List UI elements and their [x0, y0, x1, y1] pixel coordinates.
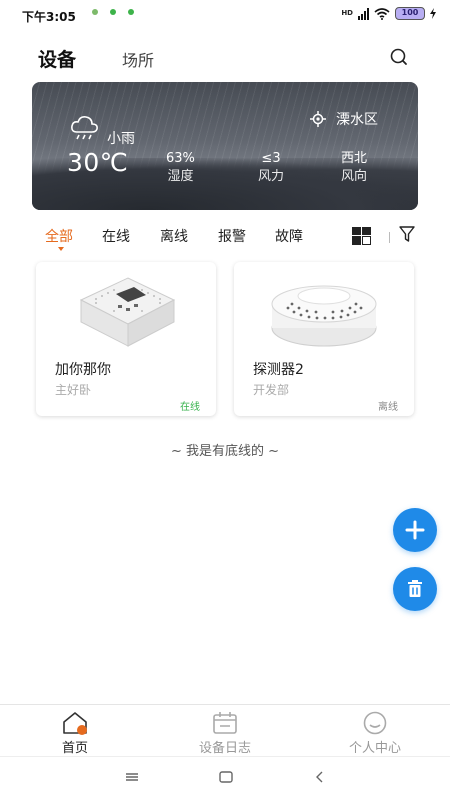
- humidity: 63% 湿度: [166, 150, 195, 186]
- weather-location: 溧水区: [310, 109, 378, 129]
- search-icon[interactable]: [388, 46, 410, 68]
- tab-devices[interactable]: 设备: [38, 45, 76, 72]
- active-indicator: [58, 247, 64, 251]
- bottom-navigation: 首页 设备日志 个人中心: [0, 704, 450, 756]
- grid-view-icon[interactable]: [352, 227, 371, 245]
- nav-home[interactable]: 首页: [20, 711, 130, 756]
- nav-device-log[interactable]: 设备日志: [170, 711, 280, 756]
- nav-profile-label: 个人中心: [348, 741, 401, 756]
- back-icon[interactable]: [312, 770, 328, 784]
- location-name: 溧水区: [336, 112, 378, 128]
- filter-online[interactable]: 在线: [102, 226, 130, 246]
- rain-cloud-icon: [71, 116, 98, 140]
- device-place: 主好卧: [55, 383, 92, 397]
- home-icon: [63, 712, 87, 735]
- filter-alarm[interactable]: 报警: [218, 226, 246, 246]
- device-status: 离线: [378, 402, 398, 413]
- wind-level-label: 风力: [258, 169, 285, 184]
- add-device-button[interactable]: [393, 508, 437, 552]
- smile-icon: [363, 711, 387, 735]
- end-of-list-text: ~ 我是有底线的 ~: [170, 444, 280, 459]
- status-time: 下午3:05: [22, 10, 76, 24]
- nav-device-log-label: 设备日志: [198, 741, 251, 756]
- weather-card: 小雨 30℃ 溧水区 63% 湿度 ≤3 风力 西北 风向: [32, 82, 418, 210]
- system-navigation: [0, 756, 450, 800]
- wind-level-value: ≤3: [261, 151, 281, 166]
- menu-icon[interactable]: [124, 770, 140, 784]
- status-bar: 下午3:05 HD 100: [0, 0, 450, 30]
- notification-dot: [110, 9, 116, 15]
- location-icon: [310, 111, 326, 127]
- notification-dot: [128, 9, 134, 15]
- filter-tabs: 全部 在线 离线 报警 故障: [0, 226, 450, 251]
- wind-direction-value: 西北: [341, 151, 368, 166]
- nav-home-label: 首页: [61, 741, 88, 756]
- notification-dots: [92, 9, 134, 15]
- humidity-value: 63%: [166, 151, 195, 166]
- filter-fault[interactable]: 故障: [275, 226, 303, 246]
- header: 设备 场所: [0, 40, 450, 74]
- wind-level: ≤3 风力: [258, 150, 284, 186]
- wind-direction-label: 风向: [341, 169, 368, 184]
- filter-offline[interactable]: 离线: [160, 226, 188, 246]
- device-card[interactable]: 加你那你 主好卧 在线: [36, 262, 216, 416]
- delete-device-button[interactable]: [393, 567, 437, 611]
- charging-icon: [430, 8, 436, 19]
- wind-direction: 西北 风向: [341, 150, 367, 186]
- home-square-icon[interactable]: [218, 770, 234, 784]
- gateway-device-image: [79, 277, 176, 347]
- divider: [389, 232, 390, 243]
- battery-icon: 100: [395, 7, 425, 20]
- smoke-detector-image: [271, 285, 377, 347]
- nav-profile[interactable]: 个人中心: [320, 711, 430, 756]
- calendar-icon: [213, 712, 237, 734]
- filter-icon[interactable]: [399, 226, 415, 243]
- trash-icon: [408, 580, 422, 597]
- notification-dot: [92, 9, 98, 15]
- network-type: HD: [341, 9, 353, 17]
- device-name: 加你那你: [55, 362, 111, 378]
- wifi-icon: [374, 7, 390, 20]
- filter-all[interactable]: 全部: [45, 226, 73, 246]
- device-place: 开发部: [253, 383, 290, 397]
- weather-condition: 小雨: [107, 131, 135, 147]
- signal-icon: [358, 7, 369, 20]
- device-name: 探测器2: [253, 362, 304, 378]
- device-card[interactable]: 探测器2 开发部 离线: [234, 262, 414, 416]
- plus-icon: [405, 520, 425, 540]
- tab-places[interactable]: 场所: [122, 47, 154, 71]
- device-status: 在线: [180, 402, 200, 413]
- humidity-label: 湿度: [167, 169, 194, 184]
- weather-temperature: 30℃: [67, 148, 129, 177]
- status-icons: HD 100: [341, 7, 436, 20]
